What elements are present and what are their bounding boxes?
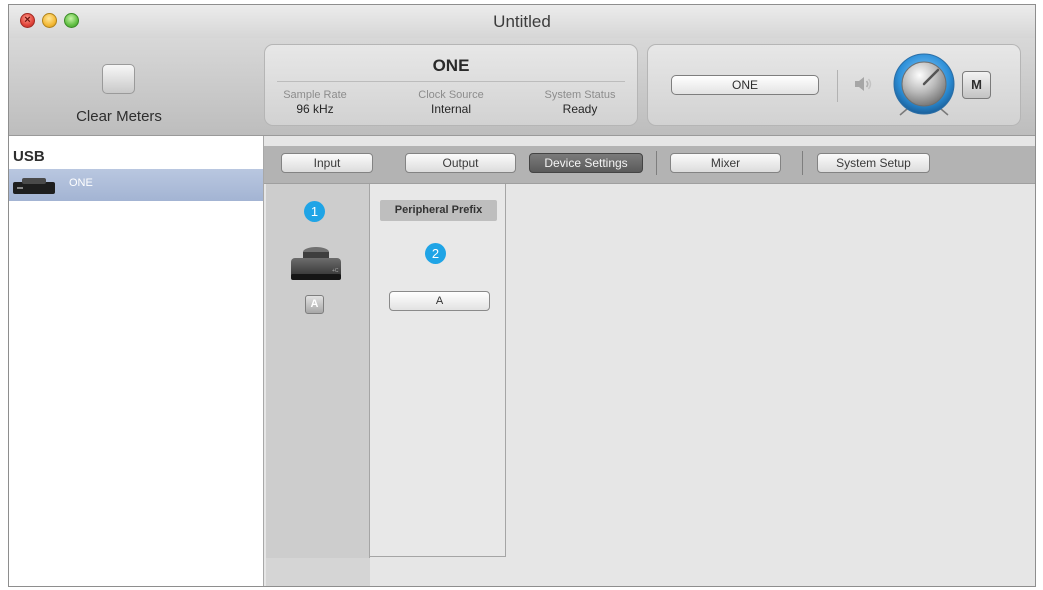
- system-status-value: Ready: [562, 102, 598, 116]
- clear-meters-label: Clear Meters: [76, 108, 162, 125]
- tab-device-settings[interactable]: Device Settings: [529, 153, 643, 173]
- speaker-icon: [855, 77, 872, 91]
- tab-bar: Input Output Device Settings Mixer System Se…: [264, 146, 1035, 184]
- device-prefix-badge: A: [305, 295, 324, 314]
- title-bar: × Untitled: [9, 5, 1035, 38]
- system-status-label: System Status: [544, 89, 616, 101]
- sidebar-item-one[interactable]: ONE: [9, 169, 263, 201]
- sample-rate-stat: Sample Rate 96 kHz: [275, 89, 355, 116]
- peripheral-prefix-column: Peripheral Prefix 2 A: [370, 184, 506, 557]
- svg-text:+C: +C: [332, 268, 339, 274]
- app-window: × Untitled Clear Meters ONE Sample Rate …: [8, 4, 1036, 587]
- toolbar: Clear Meters ONE Sample Rate 96 kHz Cloc…: [9, 38, 1035, 136]
- tab-input[interactable]: Input: [281, 153, 373, 173]
- device-sidebar: USB ONE: [9, 136, 264, 586]
- tab-system-setup[interactable]: System Setup: [817, 153, 930, 173]
- usb-device-icon: [13, 178, 55, 194]
- sample-rate-label: Sample Rate: [283, 89, 347, 101]
- tab-mixer[interactable]: Mixer: [670, 153, 781, 173]
- mute-button[interactable]: M: [962, 71, 991, 99]
- device-name: ONE: [432, 56, 470, 75]
- device-info-panel: ONE Sample Rate 96 kHz Clock Source Inte…: [264, 44, 638, 126]
- tab-separator: [656, 151, 657, 175]
- device-icon: +C: [291, 247, 341, 280]
- volume-knob-icon[interactable]: [891, 51, 957, 117]
- clock-source-stat: Clock Source Internal: [401, 89, 501, 116]
- device-column: 1 +C A: [266, 184, 370, 586]
- info-divider: [277, 81, 625, 82]
- sample-rate-value: 96 kHz: [296, 102, 334, 116]
- sidebar-item-label: ONE: [69, 177, 93, 189]
- window-title: Untitled: [493, 12, 551, 31]
- system-status-stat: System Status Ready: [535, 89, 625, 116]
- control-divider: [837, 70, 838, 102]
- callout-badge-1: 1: [304, 201, 325, 222]
- clock-source-value: Internal: [430, 102, 472, 116]
- sidebar-header-usb: USB: [13, 148, 45, 165]
- clock-source-label: Clock Source: [418, 89, 484, 101]
- device-select[interactable]: ONE: [671, 75, 819, 95]
- tab-output[interactable]: Output: [405, 153, 516, 173]
- callout-badge-2: 2: [425, 243, 446, 264]
- output-control-panel: ONE M: [647, 44, 1021, 126]
- clear-meters-button[interactable]: [102, 64, 135, 94]
- tab-separator: [802, 151, 803, 175]
- peripheral-prefix-header: Peripheral Prefix: [380, 200, 497, 221]
- peripheral-prefix-select[interactable]: A: [389, 291, 490, 311]
- column-footer: [266, 558, 370, 586]
